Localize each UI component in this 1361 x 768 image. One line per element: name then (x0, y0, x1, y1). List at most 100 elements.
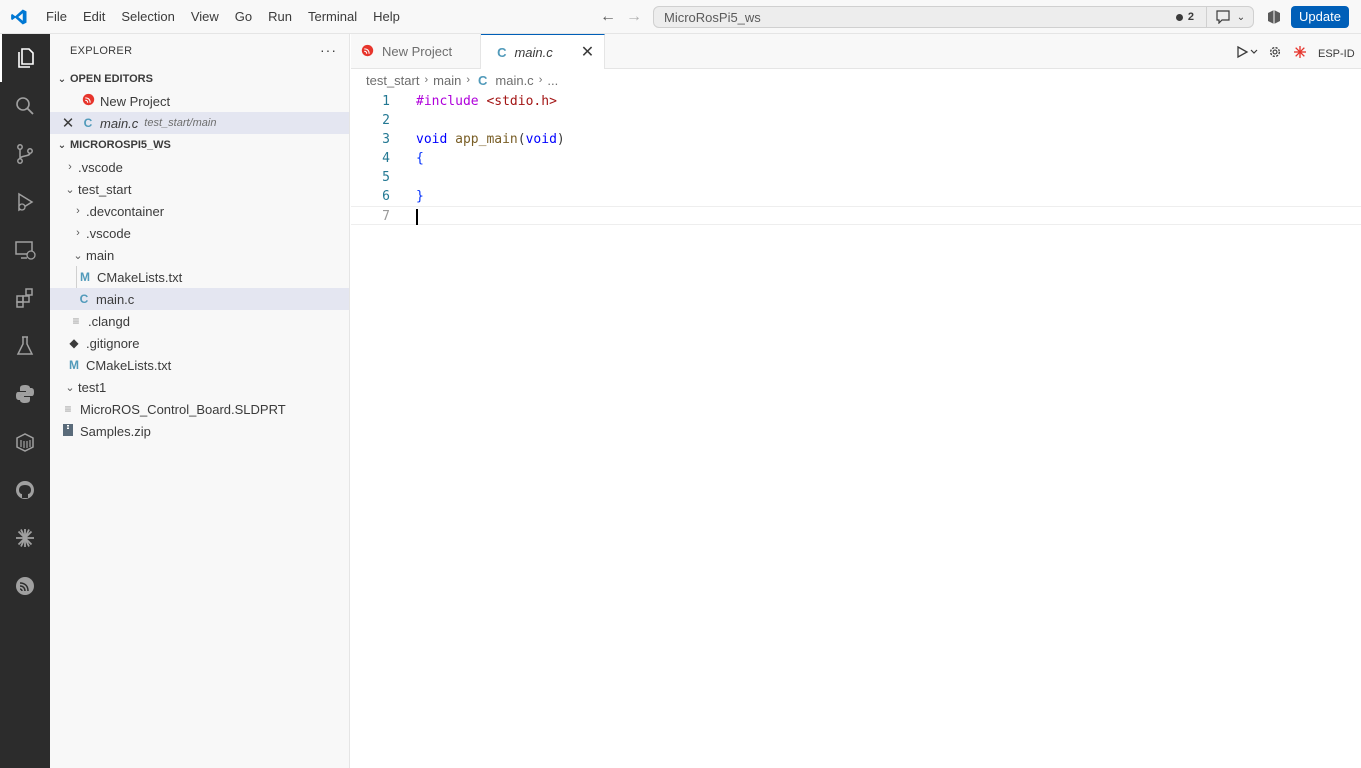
espressif-icon[interactable] (0, 562, 50, 610)
code-editor[interactable]: 1 #include <stdio.h> 2 3 void app_main(void)… (351, 92, 1361, 225)
extensions-icon[interactable] (0, 274, 50, 322)
containers-icon[interactable] (0, 418, 50, 466)
tree-item-file[interactable]: C main.c (50, 288, 349, 310)
c-file-icon: C (79, 292, 89, 306)
line-number: 3 (382, 132, 390, 147)
tree-item-folder[interactable]: ⌄ test_start (50, 178, 349, 200)
command-center[interactable]: MicroRosPi5_ws 2 ⌄ (653, 6, 1254, 28)
chevron-down-icon: ⌄ (65, 381, 75, 394)
code-line[interactable]: 3 void app_main(void) (351, 130, 1361, 149)
explorer-icon[interactable] (0, 34, 50, 82)
espidf-icon[interactable] (0, 514, 50, 562)
espidf-label[interactable]: ESP-ID (1318, 48, 1355, 60)
vscode-logo-icon (0, 0, 38, 34)
menu-file[interactable]: File (38, 0, 75, 34)
tree-item-label: test_start (78, 181, 132, 197)
testing-icon[interactable] (0, 322, 50, 370)
tree-item-label: Samples.zip (80, 423, 151, 439)
text-file-icon: ≡ (72, 314, 80, 328)
accounts-icon[interactable] (1266, 9, 1282, 28)
open-editor-item[interactable]: ✕ C main.c test_start/main (50, 112, 349, 134)
github-icon[interactable] (0, 466, 50, 514)
close-icon[interactable]: ✕ (581, 42, 594, 62)
tree-item-folder[interactable]: › .vscode (50, 222, 349, 244)
tree-item-folder[interactable]: ⌄ main (50, 244, 349, 266)
chevron-right-icon: › (466, 74, 470, 86)
line-number: 5 (382, 170, 390, 185)
command-center-text[interactable]: MicroRosPi5_ws (654, 10, 1176, 25)
remote-explorer-icon[interactable] (0, 226, 50, 274)
zip-file-icon (60, 423, 76, 440)
tab-bar: New Project C main.c ✕ (351, 34, 1361, 69)
tree-item-file[interactable]: M CMakeLists.txt (76, 266, 349, 288)
chat-button[interactable]: ⌄ (1207, 6, 1253, 28)
chevron-down-icon: ⌄ (57, 73, 67, 85)
editor-area: New Project C main.c ✕ ESP-ID test_start… (351, 34, 1361, 768)
source-control-icon[interactable] (0, 130, 50, 178)
title-bar: File Edit Selection View Go Run Terminal… (0, 0, 1361, 34)
notification-count[interactable]: 2 (1188, 11, 1194, 23)
more-actions-icon[interactable]: ··· (320, 42, 337, 58)
c-file-icon: C (83, 116, 93, 130)
gear-icon[interactable] (1268, 45, 1282, 62)
back-arrow-icon[interactable]: ← (600, 8, 616, 26)
editor-actions: ESP-ID (1236, 44, 1355, 63)
tree-item-file[interactable]: M CMakeLists.txt (50, 354, 349, 376)
code-text: void app_main(void) (416, 132, 565, 147)
search-icon[interactable] (0, 82, 50, 130)
menu-selection[interactable]: Selection (113, 0, 182, 34)
breadcrumb-item[interactable]: main.c (495, 73, 533, 88)
update-button[interactable]: Update (1291, 6, 1349, 28)
line-number: 1 (382, 94, 390, 109)
tree-item-label: .devcontainer (86, 203, 165, 219)
tree-item-label: main (86, 247, 115, 263)
chevron-down-icon: ⌄ (1236, 11, 1246, 23)
python-icon[interactable] (0, 370, 50, 418)
menu-bar: File Edit Selection View Go Run Terminal… (38, 0, 408, 34)
workspace-section[interactable]: ⌄ MICROROSPI5_WS (50, 134, 349, 156)
tab-label: New Project (382, 44, 453, 59)
menu-go[interactable]: Go (227, 0, 260, 34)
line-number: 2 (382, 113, 390, 128)
menu-run[interactable]: Run (260, 0, 300, 34)
line-number: 4 (382, 151, 390, 166)
tree-item-file[interactable]: Samples.zip (50, 420, 349, 442)
code-line[interactable]: 7 (351, 206, 1361, 225)
code-line[interactable]: 2 (351, 111, 1361, 130)
chevron-down-icon: ⌄ (65, 183, 75, 196)
tree-item-file[interactable]: ◆ .gitignore (50, 332, 349, 354)
menu-view[interactable]: View (183, 0, 227, 34)
explorer-sidebar: EXPLORER ··· ⌄ OPEN EDITORS New Project … (50, 34, 350, 768)
tab-main-c[interactable]: C main.c ✕ (481, 34, 606, 69)
tree-item-label: .gitignore (86, 335, 140, 351)
tree-item-folder[interactable]: ⌄ test1 (50, 376, 349, 398)
breadcrumb-item[interactable]: test_start (366, 73, 419, 88)
explorer-title: EXPLORER (70, 45, 133, 57)
breadcrumb-item[interactable]: main (433, 73, 461, 88)
breadcrumb-item[interactable]: ... (547, 73, 558, 88)
menu-edit[interactable]: Edit (75, 0, 113, 34)
tree-item-file[interactable]: ≡ MicroROS_Control_Board.SLDPRT (50, 398, 349, 420)
code-line[interactable]: 4{ (351, 149, 1361, 168)
tree-item-folder[interactable]: › .devcontainer (50, 200, 349, 222)
tab-new-project[interactable]: New Project (351, 34, 482, 69)
menu-terminal[interactable]: Terminal (300, 0, 365, 34)
menu-help[interactable]: Help (365, 0, 408, 34)
code-line[interactable]: 1 #include <stdio.h> (351, 92, 1361, 111)
close-icon[interactable]: ✕ (60, 114, 76, 132)
tree-item-label: .vscode (86, 225, 131, 241)
chevron-right-icon: › (76, 205, 80, 217)
open-editor-item[interactable]: New Project (50, 90, 349, 112)
code-line[interactable]: 5 (351, 168, 1361, 187)
navigation-arrows: ← → (600, 0, 642, 34)
line-number: 6 (382, 189, 390, 204)
tree-item-label: test1 (78, 379, 107, 395)
code-line[interactable]: 6} (351, 187, 1361, 206)
forward-arrow-icon[interactable]: → (626, 8, 642, 26)
open-editors-section[interactable]: ⌄ OPEN EDITORS (50, 68, 349, 90)
tree-item-folder[interactable]: › .vscode (50, 156, 349, 178)
tree-item-file[interactable]: ≡ .clangd (50, 310, 349, 332)
espidf-icon[interactable] (1292, 44, 1308, 63)
run-debug-icon[interactable] (0, 178, 50, 226)
run-debug-menu-icon[interactable] (1236, 45, 1258, 62)
